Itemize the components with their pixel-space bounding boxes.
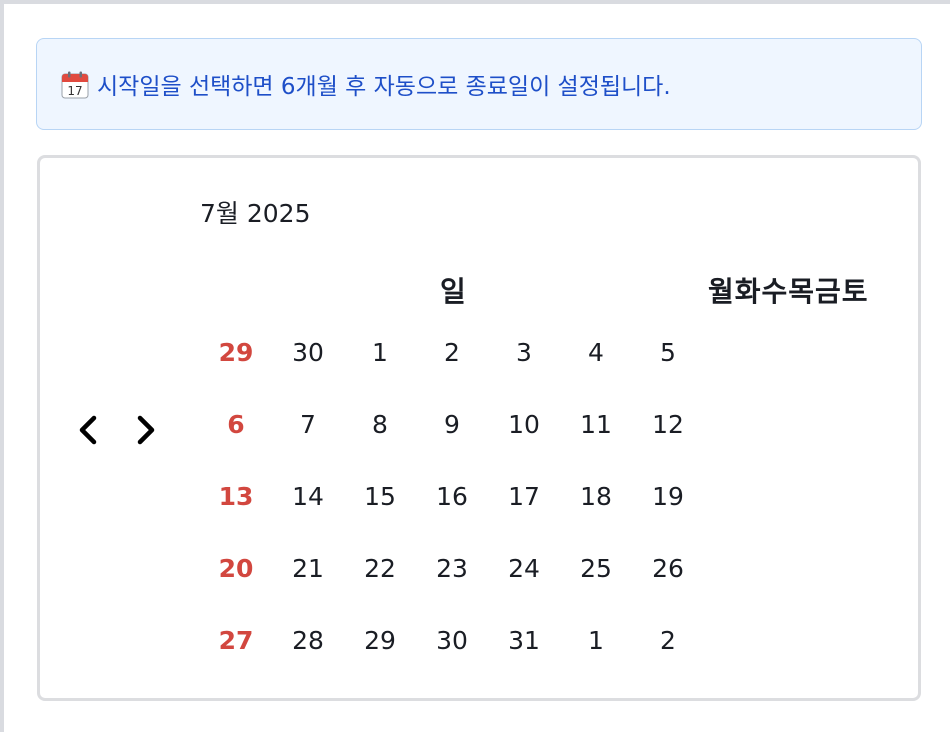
day-cell[interactable]: 22	[344, 532, 416, 604]
day-cell[interactable]: 25	[560, 532, 632, 604]
day-cell[interactable]: 11	[560, 388, 632, 460]
day-cell[interactable]: 16	[416, 460, 488, 532]
day-cell[interactable]: 14	[272, 460, 344, 532]
day-cell[interactable]: 26	[632, 532, 704, 604]
day-cell[interactable]: 30	[416, 604, 488, 676]
day-cell[interactable]: 4	[560, 316, 632, 388]
day-cell[interactable]: 1	[344, 316, 416, 388]
day-cell-sunday[interactable]: 29	[200, 316, 272, 388]
day-cell[interactable]: 10	[488, 388, 560, 460]
calendar-icon: 17	[61, 71, 89, 99]
day-cell[interactable]: 7	[272, 388, 344, 460]
day-cell[interactable]: 19	[632, 460, 704, 532]
chevron-left-icon	[79, 415, 97, 445]
day-cell[interactable]: 28	[272, 604, 344, 676]
weekday-header-sunday: 일	[440, 275, 466, 308]
month-label: 7월 2025	[200, 199, 311, 228]
day-cell[interactable]: 24	[488, 532, 560, 604]
next-month-button[interactable]	[132, 410, 162, 450]
day-cell[interactable]: 15	[344, 460, 416, 532]
prev-month-button[interactable]	[72, 410, 102, 450]
chevron-right-icon	[137, 415, 155, 445]
day-cell[interactable]: 2	[416, 316, 488, 388]
svg-text:17: 17	[67, 84, 82, 98]
day-cell[interactable]: 18	[560, 460, 632, 532]
date-picker: 7월 2025 일 월화수목금토 29 30 1 2 3 4 5 6 7 8 9 10 11 12 13 14…	[37, 155, 921, 701]
day-cell[interactable]: 9	[416, 388, 488, 460]
day-cell[interactable]: 2	[632, 604, 704, 676]
day-cell-sunday[interactable]: 27	[200, 604, 272, 676]
day-grid: 29 30 1 2 3 4 5 6 7 8 9 10 11 12 13 14 15 16 17 18 19 20 21 22 2…	[200, 316, 704, 676]
notice-text: 시작일을 선택하면 6개월 후 자동으로 종료일이 설정됩니다.	[97, 74, 671, 100]
day-cell[interactable]: 23	[416, 532, 488, 604]
day-cell[interactable]: 3	[488, 316, 560, 388]
day-cell[interactable]: 17	[488, 460, 560, 532]
day-cell[interactable]: 8	[344, 388, 416, 460]
weekday-header-rest: 월화수목금토	[708, 275, 869, 308]
day-cell[interactable]: 30	[272, 316, 344, 388]
day-cell[interactable]: 12	[632, 388, 704, 460]
day-cell[interactable]: 5	[632, 316, 704, 388]
day-cell[interactable]: 29	[344, 604, 416, 676]
info-notice: 17 시작일을 선택하면 6개월 후 자동으로 종료일이 설정됩니다.	[36, 38, 922, 130]
day-cell[interactable]: 1	[560, 604, 632, 676]
day-cell-sunday[interactable]: 6	[200, 388, 272, 460]
day-cell-sunday[interactable]: 20	[200, 532, 272, 604]
day-cell[interactable]: 31	[488, 604, 560, 676]
day-cell-sunday[interactable]: 13	[200, 460, 272, 532]
day-cell[interactable]: 21	[272, 532, 344, 604]
